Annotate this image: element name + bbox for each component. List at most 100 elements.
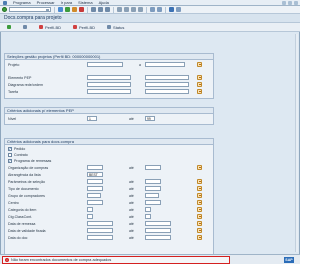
execute-button[interactable] [4,24,14,30]
list-scope-input[interactable]: BEST [87,172,103,177]
print-icon[interactable] [91,7,96,12]
multiple-selection-icon[interactable] [197,75,202,80]
multiple-selection-icon[interactable] [197,193,202,198]
doc-type-to-input[interactable] [145,186,161,191]
doc-date-to-input[interactable] [145,235,171,240]
sel-params-from-input[interactable] [87,179,103,184]
layout-icon[interactable] [176,7,181,12]
validity-from-input[interactable] [87,228,113,233]
status-message[interactable]: × Não foram encontrados documentos de co… [2,256,230,264]
project-from-input[interactable] [87,62,123,67]
network-label: Diagrama rede/ordem [8,83,43,87]
perfil-bd-button-1[interactable]: Perfil-BD [36,24,64,30]
acct-assign-to-input[interactable] [145,214,151,219]
deliv-date-from-input[interactable] [87,221,113,226]
new-session-icon[interactable] [150,7,155,12]
multiple-selection-icon[interactable] [197,200,202,205]
contract-label: Contrato [14,153,28,157]
multiple-selection-icon[interactable] [197,165,202,170]
multiple-selection-icon[interactable] [197,228,202,233]
validity-label: Data de validade fixada [8,229,46,233]
acct-assign-ate: até [129,215,134,219]
purch-org-from-input[interactable] [87,165,103,170]
find-next-icon[interactable] [105,7,110,12]
sap-menu-icon[interactable] [3,0,7,5]
project-to-input[interactable] [145,62,185,67]
wbs-from-input[interactable] [87,75,131,80]
close-icon[interactable] [294,1,298,5]
contract-checkbox[interactable] [8,153,12,157]
item-cat-from-input[interactable] [87,207,93,212]
activity-from-input[interactable] [87,89,131,94]
wbs-to-input[interactable] [145,75,189,80]
order-checkbox[interactable] [8,146,12,151]
multiple-selection-icon[interactable] [197,89,202,94]
find-icon[interactable] [98,7,103,12]
minimize-icon[interactable] [282,1,286,5]
multiple-selection-icon[interactable] [197,82,202,87]
doc-type-from-input[interactable] [87,186,103,191]
help-icon[interactable] [169,7,174,12]
command-field[interactable] [9,7,51,12]
activity-to-input[interactable] [145,89,189,94]
purch-group-label: Grupo de compradores [8,194,45,198]
multiple-selection-icon[interactable] [197,235,202,240]
menu-programa[interactable]: Programa [13,0,31,5]
exit-icon[interactable] [72,7,77,12]
back-icon[interactable] [65,7,70,12]
first-page-icon[interactable] [117,7,122,12]
item-cat-to-input[interactable] [145,207,151,212]
network-to-input[interactable] [145,82,189,87]
application-toolbar: Perfil-BD Perfil-BD Status [0,23,300,32]
menu-ir-para[interactable]: Ir para [61,0,73,5]
purch-group-to-input[interactable] [145,193,159,198]
save-icon[interactable] [58,7,63,12]
level-to-input[interactable]: 99 [145,116,155,121]
deliv-date-to-input[interactable] [145,221,171,226]
sel-params-to-input[interactable] [145,179,161,184]
level-from-value: 1 [89,116,91,121]
plant-to-input[interactable] [145,200,161,205]
maximize-icon[interactable] [288,1,292,5]
schedule-checkbox[interactable] [8,158,12,163]
activity-label: Tarefa [8,90,18,94]
doc-date-from-input[interactable] [87,235,113,240]
toolbar-separator [165,6,166,13]
multiple-selection-icon[interactable] [197,186,202,191]
purch-org-to-input[interactable] [145,165,161,170]
profile-icon [39,25,43,29]
error-icon: × [5,258,9,262]
previous-page-icon[interactable] [124,7,129,12]
variant-button[interactable] [20,24,30,30]
level-to-value: 99 [147,116,151,121]
validity-to-input[interactable] [145,228,171,233]
perfil-bd-button-2[interactable]: Perfil-BD [70,24,98,30]
plant-from-input[interactable] [87,200,103,205]
enter-icon[interactable] [2,7,7,12]
page-title: Docs.compra para projeto [4,15,62,21]
project-to-label: a [139,63,141,67]
multiple-selection-icon[interactable] [197,179,202,184]
menu-ajuda[interactable]: Ajuda [99,0,109,5]
cancel-icon[interactable] [79,7,84,12]
last-page-icon[interactable] [138,7,143,12]
level-ate-label: até [129,117,134,121]
next-page-icon[interactable] [131,7,136,12]
acct-assign-from-input[interactable] [87,214,93,219]
purch-group-from-input[interactable] [87,193,101,198]
status-button[interactable]: Status [104,24,127,30]
sel-params-ate: até [129,180,134,184]
multiple-selection-icon[interactable] [197,62,202,67]
menu-sistema[interactable]: Sistema [78,0,92,5]
title-bar: Docs.compra para projeto [0,14,300,23]
multiple-selection-icon[interactable] [197,221,202,226]
multiple-selection-icon[interactable] [197,214,202,219]
menu-processar[interactable]: Processar [37,0,55,5]
shortcut-icon[interactable] [157,7,162,12]
network-from-input[interactable] [87,82,131,87]
level-from-input[interactable]: 1 [87,116,97,121]
doc-type-ate: até [129,187,134,191]
vertical-scrollbar[interactable] [295,34,298,252]
multiple-selection-icon[interactable] [197,207,202,212]
item-cat-label: Categoria do item [8,208,37,212]
